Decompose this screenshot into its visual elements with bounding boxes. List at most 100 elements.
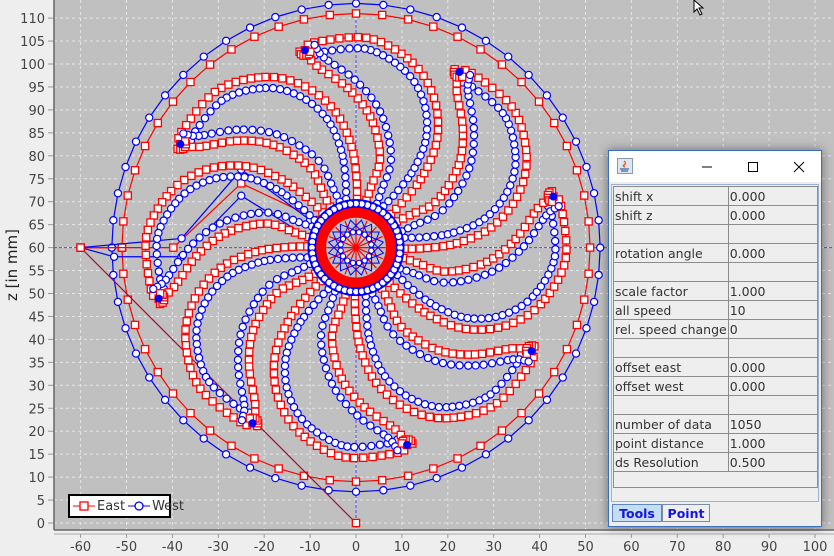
table-row	[613, 262, 819, 282]
east-marker	[520, 138, 530, 147]
west-marker	[456, 277, 466, 286]
param-value[interactable]	[727, 224, 819, 244]
west-marker	[455, 361, 464, 370]
west-marker	[508, 174, 517, 183]
east-marker	[209, 140, 219, 149]
west-marker	[272, 130, 281, 139]
param-value[interactable]	[727, 262, 819, 282]
west-marker	[408, 345, 417, 354]
west-marker	[496, 357, 505, 366]
tools-window[interactable]: shift x 0.000 shift z 0.000 rotation angle 0.…	[608, 150, 822, 527]
maximize-button[interactable]	[731, 151, 775, 182]
east-marker	[187, 301, 196, 310]
west-marker	[399, 180, 408, 189]
west-marker	[297, 5, 306, 14]
east-marker	[239, 75, 248, 85]
west-marker	[206, 107, 215, 116]
west-marker	[326, 179, 336, 188]
east-marker	[534, 389, 544, 398]
param-value[interactable]: 1.000	[727, 433, 819, 453]
tab-point[interactable]: Point	[662, 504, 710, 522]
west-marker	[234, 370, 244, 380]
east-marker	[433, 413, 443, 423]
west-tip-marker	[176, 140, 185, 149]
east-marker	[549, 367, 559, 377]
west-marker	[589, 189, 599, 198]
west-marker	[351, 0, 361, 8]
east-marker	[377, 475, 387, 485]
param-value[interactable]: 0.000	[727, 205, 819, 225]
west-marker	[465, 164, 474, 173]
west-marker	[153, 258, 162, 268]
west-marker	[385, 165, 394, 174]
east-marker	[201, 165, 211, 174]
east-marker	[517, 77, 526, 87]
param-value[interactable]: 1050	[727, 414, 819, 434]
west-marker	[504, 434, 513, 443]
east-marker	[192, 107, 201, 116]
west-marker	[341, 180, 351, 189]
window-titlebar[interactable]	[609, 151, 821, 182]
east-marker	[395, 400, 405, 409]
east-marker	[339, 121, 348, 130]
east-marker	[454, 323, 463, 332]
east-marker	[243, 249, 253, 259]
west-marker	[393, 446, 402, 455]
y-tick-label: 75	[28, 173, 45, 188]
east-marker	[516, 185, 525, 194]
east-marker	[244, 347, 254, 357]
west-marker	[236, 379, 245, 388]
east-marker	[377, 10, 387, 20]
west-marker	[239, 125, 248, 134]
param-value[interactable]: 0.000	[727, 243, 819, 263]
east-marker	[247, 136, 256, 146]
west-marker	[474, 87, 483, 96]
east-marker	[140, 141, 150, 151]
east-marker	[518, 177, 528, 187]
west-marker	[273, 209, 283, 219]
param-label: offset west	[613, 376, 729, 396]
west-hub-inner-marker	[365, 253, 373, 260]
y-tick-label: 25	[28, 402, 45, 417]
west-marker	[508, 365, 517, 375]
west-marker	[375, 440, 385, 449]
east-marker	[142, 259, 151, 269]
west-marker	[183, 244, 193, 254]
param-value[interactable]: 0.500	[727, 452, 819, 472]
east-marker	[351, 477, 361, 486]
param-value[interactable]	[727, 338, 819, 358]
legend-item-east: East	[73, 499, 125, 514]
param-value[interactable]: 0.000	[727, 186, 819, 206]
west-marker	[192, 326, 201, 335]
west-marker	[548, 219, 558, 228]
mouse-cursor-icon	[693, 0, 705, 16]
y-tick-label: 100	[20, 58, 45, 73]
param-value[interactable]: 0	[727, 319, 819, 339]
west-hub-inner-marker	[337, 241, 344, 248]
param-value[interactable]	[727, 395, 819, 415]
west-marker	[480, 270, 490, 280]
param-label: rel. speed change	[613, 319, 729, 339]
west-marker	[361, 86, 371, 96]
east-marker	[368, 452, 377, 462]
close-button[interactable]	[777, 151, 821, 182]
west-marker	[296, 253, 305, 262]
param-value[interactable]: 0.000	[727, 357, 819, 377]
west-marker	[215, 219, 225, 228]
param-value[interactable]: 0.000	[727, 376, 819, 396]
east-marker	[557, 268, 566, 277]
param-value[interactable]: 1.000	[727, 281, 819, 301]
west-marker	[430, 211, 440, 221]
y-tick-label: 65	[28, 219, 45, 234]
minimize-button[interactable]	[685, 151, 729, 182]
east-marker	[386, 303, 396, 312]
east-marker	[477, 349, 487, 359]
param-value[interactable]: 10	[727, 300, 819, 320]
arm-tip-cluster	[295, 46, 315, 60]
west-marker	[359, 416, 368, 425]
east-marker	[130, 320, 140, 330]
table-row: rotation angle 0.000	[613, 243, 819, 263]
east-marker	[477, 325, 487, 334]
tab-tools[interactable]: Tools	[612, 504, 662, 522]
west-marker	[233, 363, 243, 372]
